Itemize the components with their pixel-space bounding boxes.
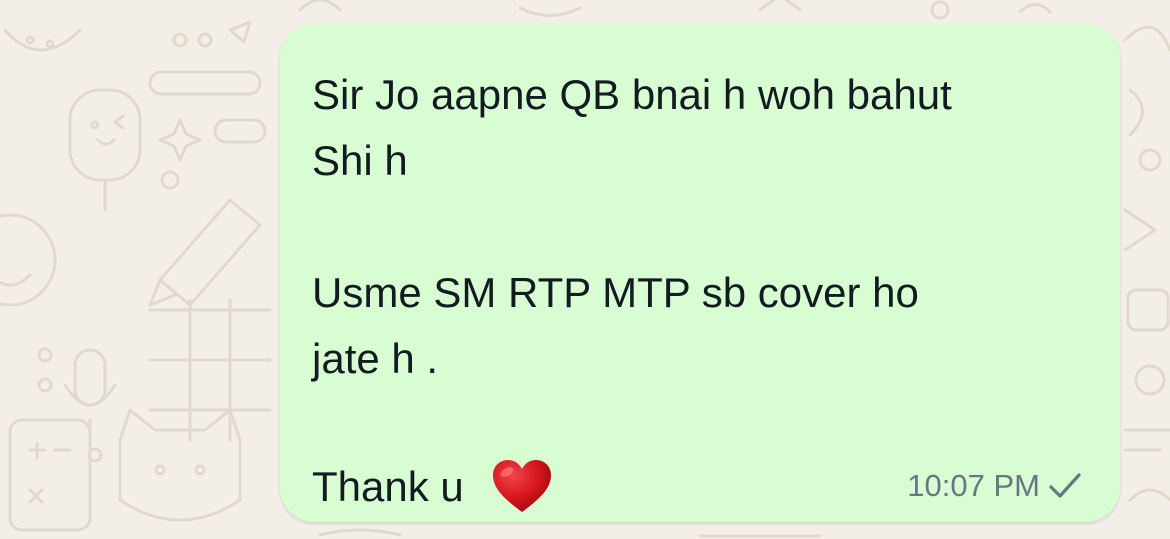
message-text-line: jate h .	[312, 335, 439, 382]
message-text-line: Sir Jo aapne QB bnai h woh bahut	[312, 71, 952, 118]
message-timestamp: 10:07 PM	[907, 468, 1040, 503]
message-last-line: Thank u	[312, 454, 553, 520]
message-text-line: Usme SM RTP MTP sb cover ho	[312, 269, 919, 316]
single-check-icon	[1049, 473, 1081, 498]
outgoing-message-bubble[interactable]: Sir Jo aapne QB bnai h woh bahut Shi h U…	[280, 24, 1120, 522]
message-meta: 10:07 PM	[907, 468, 1082, 504]
message-text-line: Shi h	[312, 137, 408, 184]
message-text-line: Thank u	[312, 463, 464, 510]
red-heart-icon	[493, 459, 552, 512]
